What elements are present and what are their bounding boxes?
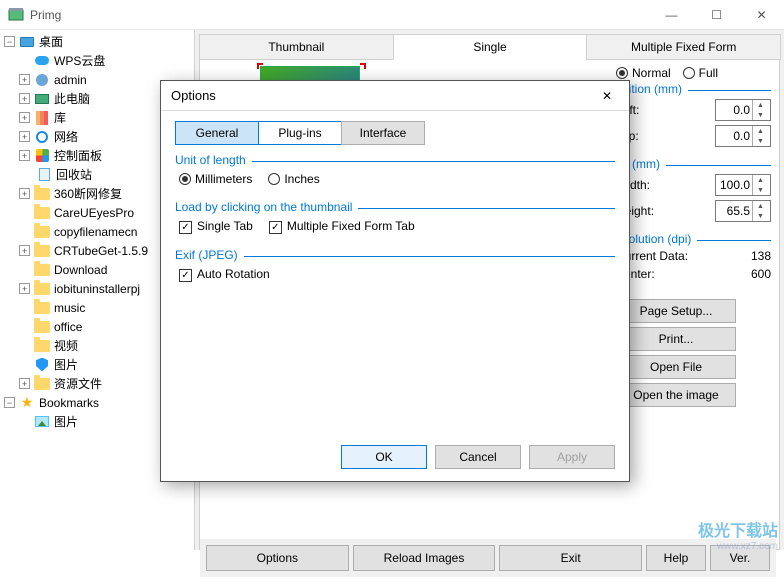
minimize-button[interactable]: — — [649, 0, 694, 30]
window-title: Primg — [30, 8, 649, 22]
maximize-button[interactable]: ☐ — [694, 0, 739, 30]
unit-legend: Unit of length — [175, 153, 252, 167]
expander-icon[interactable]: + — [19, 283, 30, 294]
spin-down-icon[interactable]: ▼ — [753, 110, 768, 120]
tab-general[interactable]: General — [175, 121, 259, 145]
top-input[interactable]: ▲▼ — [715, 125, 771, 147]
expander-icon[interactable]: − — [4, 36, 15, 47]
checkbox-auto-rotation[interactable]: Auto Rotation — [179, 267, 270, 282]
page-setup-button[interactable]: Page Setup... — [616, 299, 736, 323]
options-button[interactable]: Options — [206, 545, 349, 571]
width-input[interactable]: ▲▼ — [715, 174, 771, 196]
exit-button[interactable]: Exit — [499, 545, 642, 571]
expander-icon[interactable]: + — [19, 112, 30, 123]
tab-thumbnail[interactable]: Thumbnail — [199, 34, 394, 60]
open-file-button[interactable]: Open File — [616, 355, 736, 379]
tree-desktop[interactable]: −桌面 — [2, 32, 192, 51]
options-dialog: Options ✕ General Plug-ins Interface Uni… — [160, 80, 630, 482]
close-dialog-button[interactable]: ✕ — [591, 83, 623, 109]
expander-icon[interactable]: + — [19, 93, 30, 104]
reload-images-button[interactable]: Reload Images — [353, 545, 496, 571]
dialog-title: Options — [171, 88, 591, 103]
expander-icon[interactable]: + — [19, 150, 30, 161]
radio-inches[interactable]: Inches — [268, 172, 319, 186]
close-window-button[interactable]: ✕ — [739, 0, 784, 30]
height-input[interactable]: ▲▼ — [715, 200, 771, 222]
tab-mff[interactable]: Multiple Fixed Form — [586, 34, 781, 60]
print-button[interactable]: Print... — [616, 327, 736, 351]
left-input[interactable]: ▲▼ — [715, 99, 771, 121]
expander-icon[interactable]: + — [19, 74, 30, 85]
version-button[interactable]: Ver. — [710, 545, 770, 571]
checkbox-single-tab[interactable]: Single Tab — [179, 219, 253, 234]
spin-down-icon[interactable]: ▼ — [753, 185, 768, 195]
help-button[interactable]: Help — [646, 545, 706, 571]
expander-icon[interactable]: + — [19, 131, 30, 142]
tree-wps[interactable]: WPS云盘 — [2, 51, 192, 70]
spin-up-icon[interactable]: ▲ — [753, 126, 768, 136]
radio-full[interactable]: Full — [683, 66, 718, 80]
tab-plugins[interactable]: Plug-ins — [258, 121, 342, 145]
cancel-button[interactable]: Cancel — [435, 445, 521, 469]
spin-up-icon[interactable]: ▲ — [753, 175, 768, 185]
spin-up-icon[interactable]: ▲ — [753, 100, 768, 110]
radio-normal[interactable]: Normal — [616, 66, 671, 80]
tab-single[interactable]: Single — [393, 34, 588, 60]
open-image-button[interactable]: Open the image — [616, 383, 736, 407]
exif-legend: Exif (JPEG) — [175, 248, 244, 262]
star-icon: ★ — [19, 395, 35, 411]
app-icon — [8, 7, 24, 23]
load-legend: Load by clicking on the thumbnail — [175, 200, 358, 214]
expander-icon[interactable]: + — [19, 245, 30, 256]
current-data-value: 138 — [751, 249, 771, 263]
printer-dpi-value: 600 — [751, 267, 771, 281]
ok-button[interactable]: OK — [341, 445, 427, 469]
spin-up-icon[interactable]: ▲ — [753, 201, 768, 211]
spin-down-icon[interactable]: ▼ — [753, 136, 768, 146]
tab-interface[interactable]: Interface — [341, 121, 425, 145]
spin-down-icon[interactable]: ▼ — [753, 211, 768, 221]
expander-icon[interactable]: − — [4, 397, 15, 408]
radio-millimeters[interactable]: Millimeters — [179, 172, 252, 186]
apply-button[interactable]: Apply — [529, 445, 615, 469]
expander-icon[interactable]: + — [19, 378, 30, 389]
checkbox-mff-tab[interactable]: Multiple Fixed Form Tab — [269, 219, 415, 234]
expander-icon[interactable]: + — [19, 188, 30, 199]
